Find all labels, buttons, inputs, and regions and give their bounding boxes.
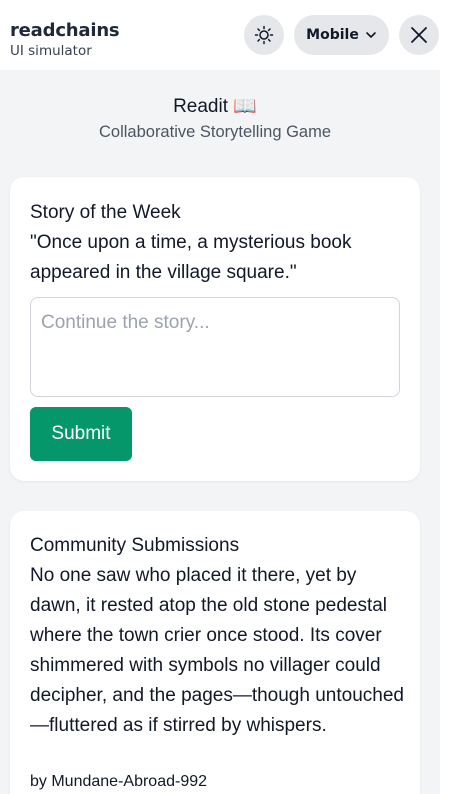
submission-text: No one saw who placed it there, yet by d… bbox=[30, 565, 404, 736]
community-card: Community Submissions No one saw who pla… bbox=[10, 511, 420, 794]
device-select-button[interactable]: Mobile bbox=[294, 15, 389, 55]
chevron-down-icon bbox=[366, 32, 376, 38]
sun-icon bbox=[254, 25, 274, 45]
device-select-label: Mobile bbox=[306, 27, 359, 43]
community-heading: Community Submissions bbox=[30, 535, 240, 556]
story-heading: Story of the Week bbox=[30, 202, 181, 223]
brand-subtitle: UI simulator bbox=[10, 43, 92, 59]
app-viewport[interactable]: Readit 📖 Collaborative Storytelling Game… bbox=[0, 70, 440, 794]
story-prompt: "Once upon a time, a mysterious book app… bbox=[30, 232, 352, 283]
scrollbar[interactable] bbox=[440, 70, 454, 794]
close-button[interactable] bbox=[399, 15, 439, 55]
app-title: Readit 📖 bbox=[173, 96, 257, 117]
story-continuation-input[interactable] bbox=[30, 297, 400, 397]
simulator-toolbar: readchains UI simulator Mobile bbox=[0, 0, 454, 70]
theme-toggle-button[interactable] bbox=[244, 15, 284, 55]
app-subtitle: Collaborative Storytelling Game bbox=[98, 123, 332, 141]
brand: readchains UI simulator bbox=[10, 20, 120, 60]
submit-button[interactable]: Submit bbox=[30, 407, 132, 461]
story-card: Story of the Week "Once upon a time, a m… bbox=[10, 177, 420, 481]
submission-author: by Mundane-Abroad-992 bbox=[30, 773, 208, 790]
close-icon bbox=[411, 27, 427, 43]
brand-name: readchains bbox=[10, 20, 120, 41]
